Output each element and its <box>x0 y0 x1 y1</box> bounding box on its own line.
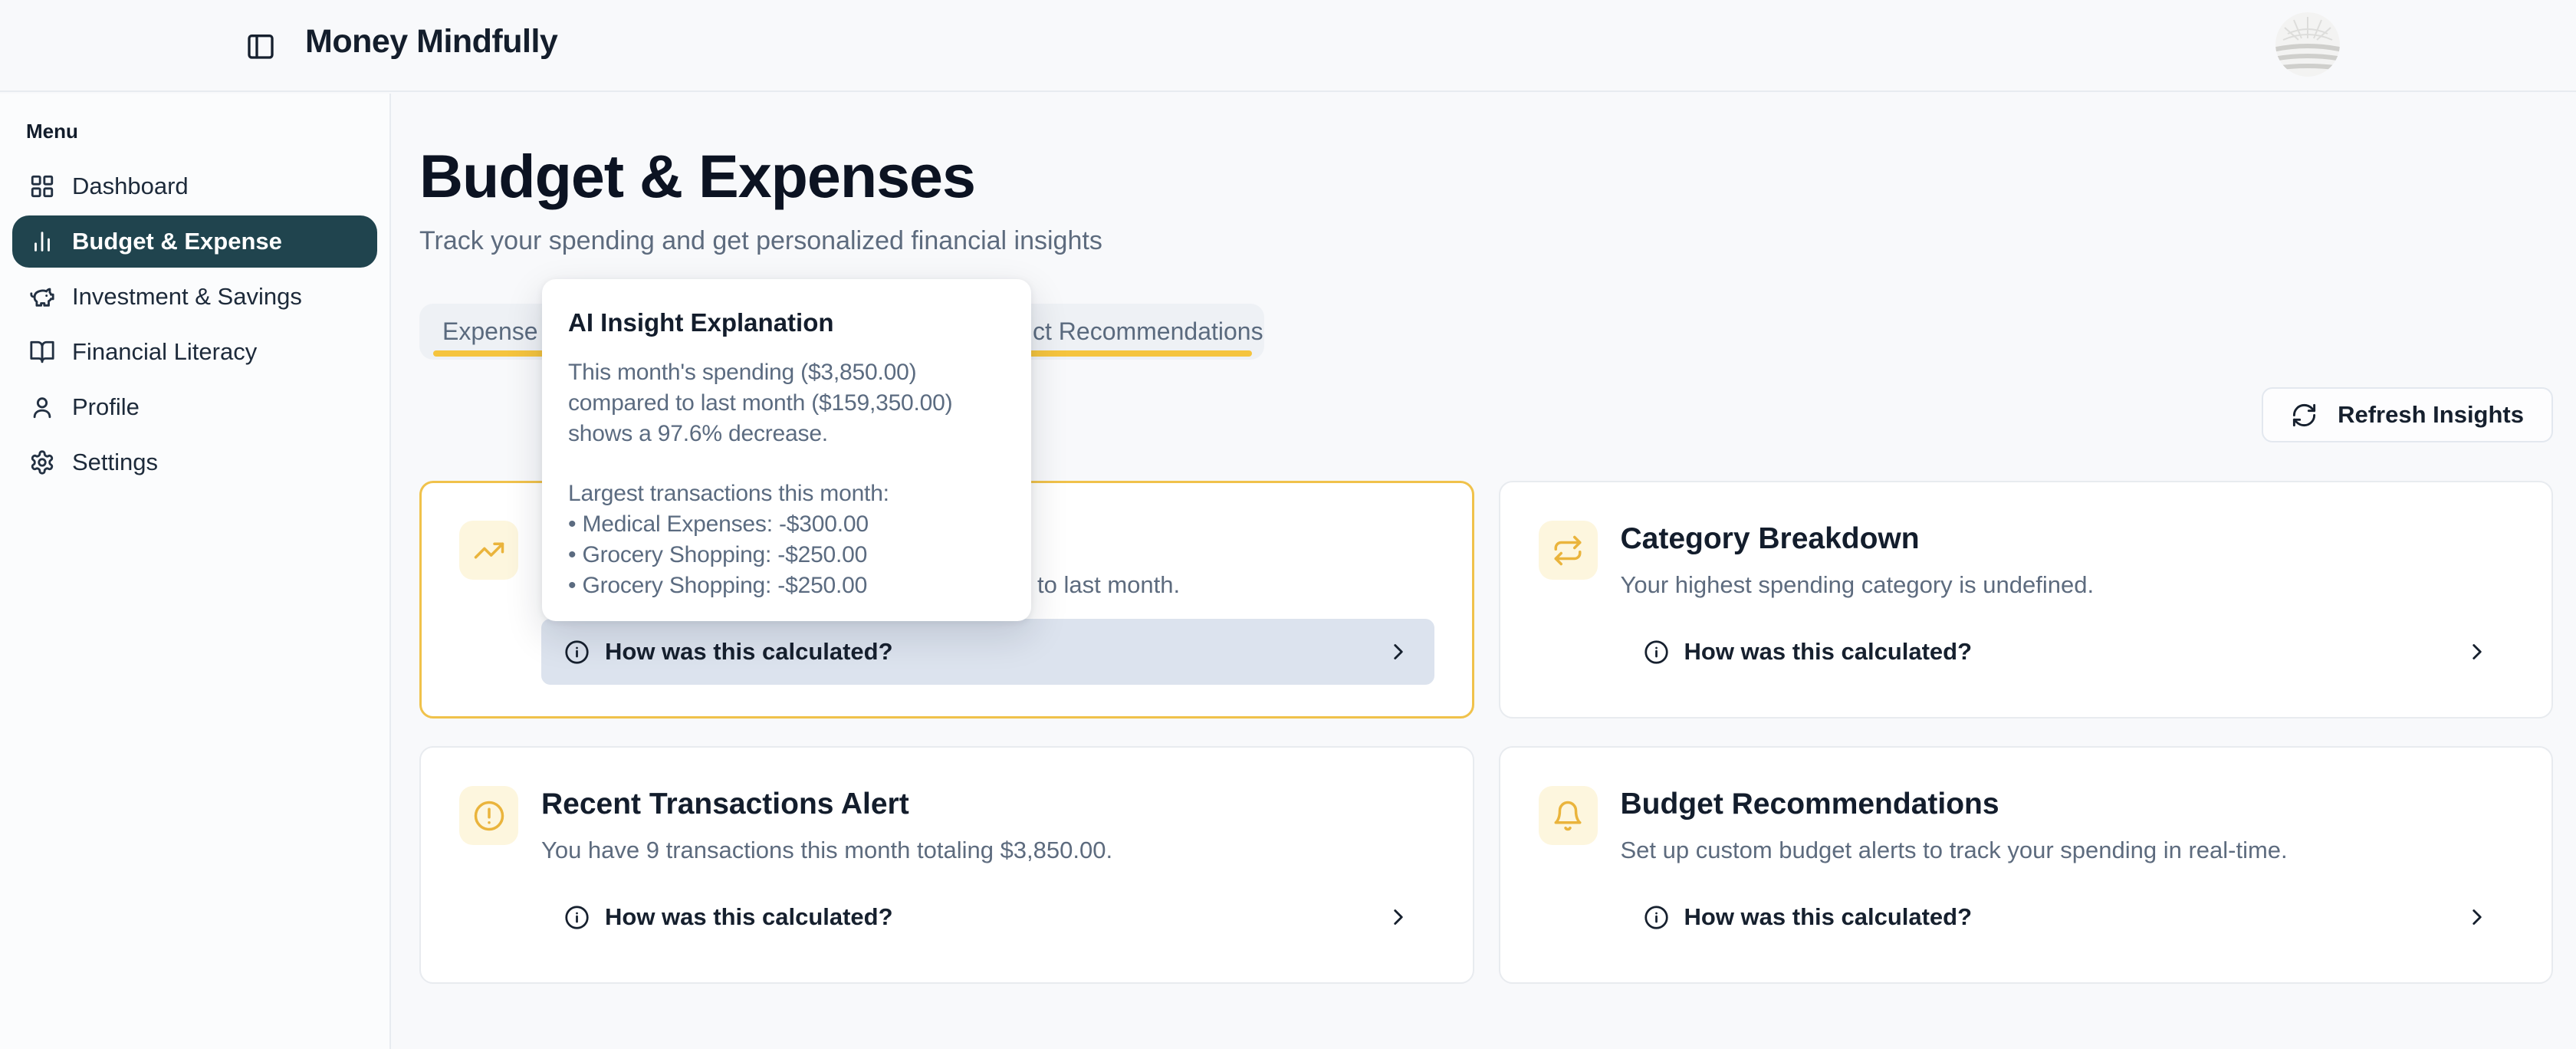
card-budget-recommendations: Budget Recommendations Set up custom bud… <box>1499 746 2554 984</box>
how-calculated-button[interactable]: How was this calculated? <box>1621 619 2514 685</box>
tooltip-bullet: • Grocery Shopping: -$250.00 <box>568 540 1005 571</box>
sidebar-item-label: Profile <box>72 393 140 421</box>
card-title: Budget Recommendations <box>1621 788 2514 821</box>
tooltip-bullet: • Medical Expenses: -$300.00 <box>568 509 1005 540</box>
info-icon <box>1644 905 1669 930</box>
card-recent-transactions-alert: Recent Transactions Alert You have 9 tra… <box>419 746 1474 984</box>
bell-icon <box>1539 786 1598 845</box>
app-title: Money Mindfully <box>305 23 557 61</box>
piggy-bank-icon <box>29 284 55 310</box>
refresh-icon <box>2291 402 2318 429</box>
sidebar-menu-label: Menu <box>26 120 389 143</box>
user-avatar[interactable] <box>2275 12 2340 77</box>
panel-left-icon <box>245 31 276 61</box>
sidebar-item-settings[interactable]: Settings <box>12 436 377 488</box>
card-subtitle: Your highest spending category is undefi… <box>1621 570 2514 600</box>
dashboard-icon <box>29 173 55 199</box>
refresh-label: Refresh Insights <box>2338 401 2524 429</box>
sidebar-item-profile[interactable]: Profile <box>12 381 377 433</box>
tab-recommendations[interactable]: ct Recommendations <box>1033 304 1263 360</box>
page-subtitle: Track your spending and get personalized… <box>419 224 2553 258</box>
sidebar-item-label: Settings <box>72 449 158 476</box>
sidebar-item-dashboard[interactable]: Dashboard <box>12 160 377 212</box>
card-title: Recent Transactions Alert <box>541 788 1434 821</box>
how-calculated-label: How was this calculated? <box>605 903 893 931</box>
tooltip-bullet: • Grocery Shopping: -$250.00 <box>568 571 1005 601</box>
info-icon <box>564 640 590 665</box>
chevron-right-icon <box>1385 639 1411 665</box>
how-calculated-label: How was this calculated? <box>605 638 893 666</box>
app-header: Money Mindfully <box>0 0 2576 92</box>
how-calculated-button[interactable]: How was this calculated? <box>1621 884 2514 950</box>
how-calculated-label: How was this calculated? <box>1684 638 1973 666</box>
page-title: Budget & Expenses <box>419 141 2553 212</box>
chevron-right-icon <box>2464 639 2490 665</box>
how-calculated-label: How was this calculated? <box>1684 903 1973 931</box>
info-icon <box>564 905 590 930</box>
sidebar-item-label: Investment & Savings <box>72 283 302 311</box>
card-subtitle: You have 9 transactions this month total… <box>541 835 1434 866</box>
bar-chart-icon <box>29 229 55 255</box>
card-title: Category Breakdown <box>1621 522 2514 556</box>
sidebar-item-budget-expense[interactable]: Budget & Expense <box>12 215 377 268</box>
chevron-right-icon <box>2464 904 2490 930</box>
sidebar-item-financial-literacy[interactable]: Financial Literacy <box>12 326 377 378</box>
chevron-right-icon <box>1385 904 1411 930</box>
sidebar-toggle-button[interactable] <box>241 26 281 66</box>
info-icon <box>1644 640 1669 665</box>
sidebar-item-label: Financial Literacy <box>72 338 257 366</box>
how-calculated-button[interactable]: How was this calculated? <box>541 619 1434 685</box>
alert-circle-icon <box>459 786 518 845</box>
tooltip-paragraph: This month's spending ($3,850.00) compar… <box>568 357 1005 449</box>
trending-up-icon <box>459 521 518 580</box>
book-open-icon <box>29 339 55 365</box>
tooltip-title: AI Insight Explanation <box>568 308 1005 337</box>
sidebar-nav: Dashboard Budget & Expense Investment & … <box>0 160 389 488</box>
refresh-insights-button[interactable]: Refresh Insights <box>2262 387 2553 442</box>
sidebar-item-label: Budget & Expense <box>72 228 282 255</box>
tooltip-list-heading: Largest transactions this month: <box>568 478 1005 509</box>
sidebar-item-investment-savings[interactable]: Investment & Savings <box>12 271 377 323</box>
card-subtitle: Set up custom budget alerts to track you… <box>1621 835 2514 866</box>
sidebar: Menu Dashboard Budget & Expense Investme… <box>0 94 391 1049</box>
user-icon <box>29 394 55 420</box>
sidebar-item-label: Dashboard <box>72 173 189 200</box>
how-calculated-button[interactable]: How was this calculated? <box>541 884 1434 950</box>
repeat-icon <box>1539 521 1598 580</box>
ai-insight-tooltip: AI Insight Explanation This month's spen… <box>542 279 1031 621</box>
gear-icon <box>29 449 55 475</box>
card-category-breakdown: Category Breakdown Your highest spending… <box>1499 481 2554 719</box>
